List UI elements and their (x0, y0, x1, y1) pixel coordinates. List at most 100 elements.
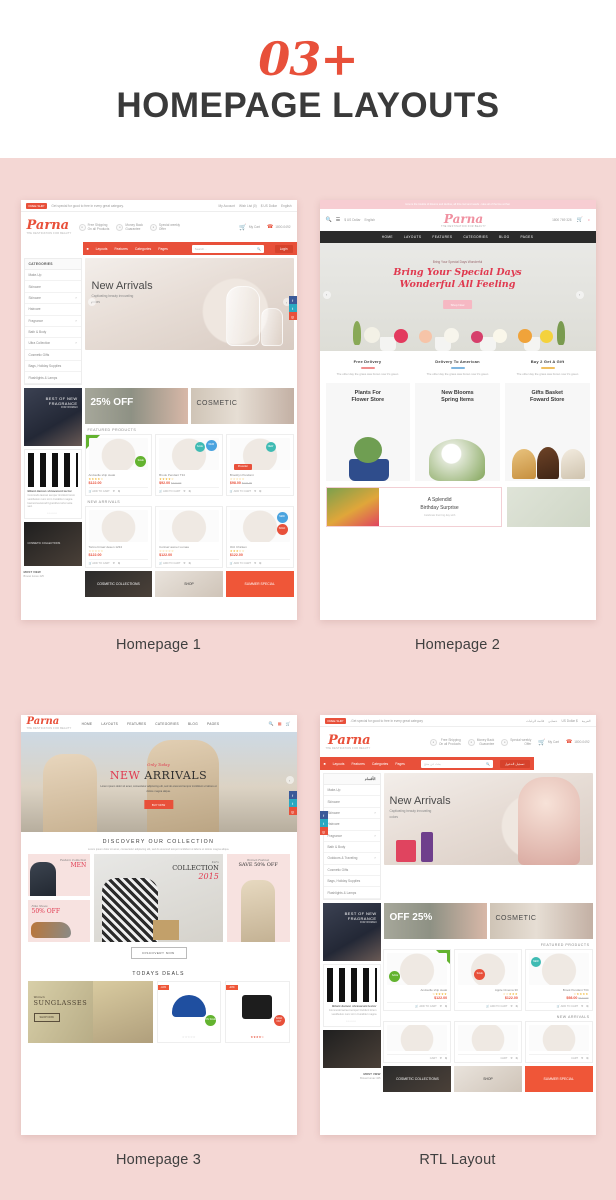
screenshot-rtl-layout[interactable]: العربية $ US Dollar حسابي قائمة الرغبات … (319, 715, 596, 1135)
promo-banner-cosmetic[interactable]: COSMETIC COLLECTIONS (23, 522, 82, 567)
googleplus-icon[interactable]: g (319, 827, 328, 835)
product-card[interactable]: NEW SOLD Otiz Chicken ★★★☆☆ $122.00 🛒 AD… (225, 505, 294, 568)
promo-banner-cosmetics[interactable]: COSMETIC (489, 902, 593, 939)
add-to-cart-button[interactable]: ADD TO CART 🛒 (486, 1005, 507, 1008)
category-item[interactable]: Flashlights & Lamps (24, 372, 81, 384)
compare-icon[interactable]: ⇆ (516, 1057, 518, 1060)
product-card[interactable]: NEW Preorder Brooklyn Pendant ☆☆☆☆☆ $98.… (225, 433, 294, 496)
category-item[interactable]: Flashlights & Lamps (323, 887, 380, 899)
h3-nav-item-5[interactable]: PAGES (207, 722, 219, 726)
wishlist-icon[interactable]: ❤ (254, 490, 256, 493)
sunglasses-banner[interactable]: Women SUNGLASSES SHOP NOW (27, 981, 153, 1043)
blog-card[interactable]: Bilant damon shravarunt lector Commodo l… (322, 963, 381, 1027)
add-to-cart-button[interactable]: 🛒 ADD TO CART (159, 562, 180, 565)
h1-logo[interactable]: Parna THE DESTINATION FOR BEAUTY (27, 219, 72, 235)
category-item[interactable]: Bags, Holiday Supplies (24, 361, 81, 373)
category-item[interactable]: ‹ Fragrance (323, 831, 380, 842)
category-item[interactable]: Haircare (24, 304, 81, 316)
hero-prev-arrow[interactable]: ‹ (322, 290, 331, 299)
h2-nav-item-1[interactable]: LAYOUTS (404, 235, 421, 239)
product-card[interactable]: Torino bimaz desen 1234 ☆☆☆☆☆ $122.00 🛒 … (84, 505, 153, 568)
h1-nav-item-0[interactable]: Layouts (96, 247, 108, 251)
search-icon[interactable]: 🔍 (326, 217, 332, 223)
wishlist-icon[interactable]: ❤ (440, 1005, 442, 1008)
hero-next-arrow[interactable]: › (285, 776, 294, 784)
h1-topbar-link-0[interactable]: My Account (219, 204, 235, 208)
category-item[interactable]: ‹ Skincare (323, 808, 380, 820)
compare-icon[interactable]: ⇆ (189, 490, 191, 493)
compare-icon[interactable]: ⇆ (118, 490, 120, 493)
search-icon[interactable]: 🔍 (486, 762, 490, 766)
product-card[interactable]: SALE Andouille ship steak ★★★★☆ $122.00 … (383, 948, 452, 1011)
add-to-cart-button[interactable]: ADD TO CART 🛒 (557, 1005, 578, 1008)
grid-icon[interactable]: ▦ (278, 721, 282, 726)
add-to-cart-button[interactable]: CART (500, 1057, 507, 1060)
add-to-cart-button[interactable]: 🛒 ADD TO CART (89, 562, 110, 565)
bottom-banner-shop[interactable]: SHOP (155, 570, 223, 597)
wishlist-icon[interactable]: ❤ (510, 1057, 512, 1060)
twitter-icon[interactable]: t (288, 799, 297, 807)
rtl-nav-item-2[interactable]: Categories (372, 762, 388, 766)
rtl-nav-item-3[interactable]: Pages (395, 762, 405, 766)
shop-now-button[interactable]: SHOP NOW (33, 1013, 60, 1022)
hero-slider[interactable]: New Arrivals Captivating beauty innovati… (383, 773, 593, 865)
hero-next-arrow[interactable]: › (575, 290, 584, 299)
wishlist-icon[interactable]: ❤ (113, 490, 115, 493)
promo-banner-cosmetic[interactable] (322, 1029, 381, 1068)
screenshot-homepage-3[interactable]: Parna THE DESTINATION FOR BEAUTY HOME LA… (20, 715, 297, 1135)
h1-topbar-link-3[interactable]: English (281, 204, 291, 208)
wishlist-icon[interactable]: ❤ (113, 562, 115, 565)
category-item[interactable]: Cosmetic Gifts (323, 865, 380, 876)
compare-icon[interactable]: ⇆ (118, 562, 120, 565)
wishlist-icon[interactable]: ❤ (510, 1005, 512, 1008)
h2-nav-item-2[interactable]: FEATURES (432, 235, 452, 239)
category-item[interactable]: Cosmetic Gifts (24, 350, 81, 361)
product-card[interactable]: ⇆ ❤ CART (524, 1020, 593, 1063)
compare-icon[interactable]: ⇆ (189, 562, 191, 565)
h3-hero-slider[interactable]: Only Today NEW ARRIVALS Lorem ipsum dolo… (20, 732, 297, 832)
h2-nav-item-0[interactable]: HOME (382, 235, 393, 239)
collection-tile-shoes[interactable]: Nike Shoes 50% OFF (27, 900, 91, 942)
category-item[interactable]: Skincare (24, 281, 81, 293)
promo-banner-fragrance[interactable]: BEST OF NEW FRAGRANCE FOR WOMAN (23, 387, 82, 446)
h1-nav-item-2[interactable]: Categories (135, 247, 151, 251)
category-item[interactable]: Make-Up (323, 785, 380, 797)
category-item[interactable]: Bath & Body (323, 842, 380, 854)
product-card[interactable]: ⇆ ❤ CART (383, 1020, 452, 1063)
h2-currency-selector[interactable]: $ US Dollar (344, 218, 360, 222)
wishlist-icon[interactable]: ❤ (254, 562, 256, 565)
h2-nav-item-3[interactable]: CATEGORIES (463, 235, 488, 239)
facebook-icon[interactable]: f (288, 791, 297, 799)
carousel-dots[interactable]: ••••• (327, 1019, 377, 1023)
add-to-cart-button[interactable]: CART (430, 1057, 437, 1060)
compare-icon[interactable]: ⇆ (445, 1057, 447, 1060)
category-item[interactable]: Ultra Collection › (24, 338, 81, 350)
facebook-icon[interactable]: f (288, 296, 297, 304)
h2-hero-slider[interactable]: Bring Your Special Days Wonderful Bring … (319, 243, 596, 351)
promo-banner-fragrance[interactable]: BEST OF NEW FRAGRANCE FOR WOMAN (322, 902, 381, 961)
h2-nav-item-4[interactable]: BLOG (499, 235, 509, 239)
product-card[interactable]: SALE Andouille ship steak ★★★★☆ $122.00 … (84, 433, 153, 496)
category-card[interactable]: Gifts Basket Foward Store (504, 383, 590, 482)
rtl-nav-item-0[interactable]: Layouts (333, 762, 345, 766)
category-item[interactable]: Skincare › (24, 293, 81, 305)
wishlist-icon[interactable]: ❤ (581, 1057, 583, 1060)
login-button[interactable]: تسجيل الدخول (499, 759, 530, 768)
category-card[interactable]: New Blooms Spring Items (415, 383, 500, 482)
category-item[interactable]: Bath & Body (24, 327, 81, 339)
bottom-banner-cosmetic[interactable]: COSMETIC COLLECTIONS (84, 570, 153, 597)
wishlist-icon[interactable]: ❤ (581, 1005, 583, 1008)
wishlist-icon[interactable]: ❤ (183, 562, 185, 565)
rtl-topbar-link-0[interactable]: العربية (582, 719, 591, 723)
bottom-banner-shop[interactable]: SHOP (454, 1065, 522, 1092)
h2-nav-item-5[interactable]: PAGES (520, 235, 533, 239)
hero-slider[interactable]: New Arrivals Captivating beauty innovati… (84, 258, 294, 350)
promo-banner-25off[interactable]: 25% OFF (383, 902, 487, 939)
screenshot-homepage-2[interactable]: How is the trouble of blooms and decline… (319, 200, 596, 620)
product-card[interactable]: NEW SALE Brook Pendant T34 ★★★★☆ $92.00 … (155, 433, 223, 496)
category-item[interactable]: ‹ Outdoors & Traveling (323, 853, 380, 865)
screenshot-homepage-1[interactable]: FREE SHIP Get special for good to free i… (20, 200, 297, 620)
h1-nav-home-icon[interactable]: ■ (87, 247, 89, 251)
add-to-cart-button[interactable]: 🛒 ADD TO CART (159, 490, 180, 493)
h3-nav-item-2[interactable]: FEATURES (127, 722, 146, 726)
